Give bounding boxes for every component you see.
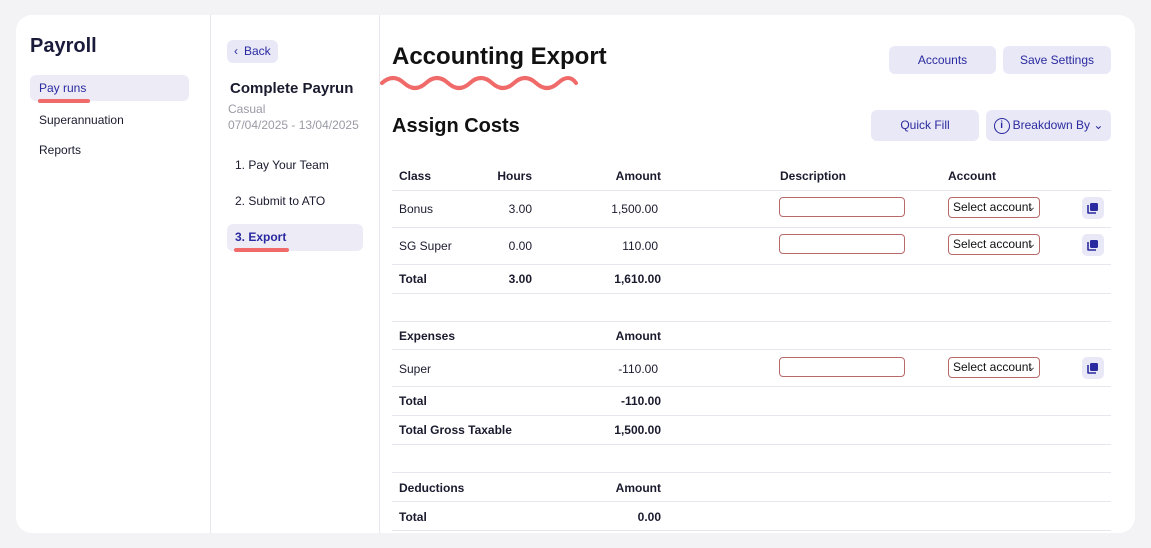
app-window: Payroll Pay runs Superannuation Reports … <box>16 15 1135 533</box>
row-hours: 3.00 <box>508 202 532 216</box>
total-label: Total <box>399 394 427 408</box>
total-label: Total <box>399 510 427 524</box>
step-label: 1. Pay Your Team <box>235 158 329 172</box>
copy-icon <box>1087 363 1098 374</box>
highlight-underline <box>234 248 289 252</box>
row-class: SG Super <box>399 239 452 253</box>
sidebar-item-label: Superannuation <box>39 113 124 127</box>
copy-button[interactable] <box>1082 234 1104 256</box>
main-content: Accounting Export Accounts Save Settings… <box>380 15 1135 533</box>
account-select-value: Select account <box>953 200 1032 214</box>
deductions-header-row: Deductions Amount <box>392 473 1111 502</box>
deductions-total-row: Total 0.00 <box>392 502 1111 531</box>
page-title: Accounting Export <box>392 43 607 70</box>
col-expenses: Expenses <box>399 329 456 343</box>
costs-total-row: Total 3.00 1,610.00 <box>392 265 1111 294</box>
payrun-steps-panel: ‹ Back Complete Payrun Casual 07/04/2025 … <box>211 15 380 533</box>
total-amount: 0.00 <box>637 510 661 524</box>
sidebar-item-superannuation[interactable]: Superannuation <box>30 107 189 133</box>
table-divider <box>392 294 1111 322</box>
copy-icon <box>1087 203 1098 214</box>
app-title: Payroll <box>30 35 97 57</box>
row-amount: 1,500.00 <box>611 202 658 216</box>
gross-taxable-row: Total Gross Taxable 1,500.00 <box>392 416 1111 445</box>
total-label: Total <box>399 272 427 286</box>
step-export[interactable]: 3. Export <box>227 224 363 251</box>
col-account: Account <box>948 169 996 183</box>
sidebar-item-label: Reports <box>39 143 82 157</box>
gross-label: Total Gross Taxable <box>399 423 512 437</box>
account-select-value: Select account <box>953 237 1032 251</box>
breakdown-by-button[interactable]: i Breakdown By ⌄ <box>986 110 1111 141</box>
quick-fill-label: Quick Fill <box>900 118 950 132</box>
row-amount: -110.00 <box>618 362 658 376</box>
highlight-underline <box>38 99 90 103</box>
payrun-dates: 07/04/2025 - 13/04/2025 <box>228 118 359 132</box>
step-submit-to-ato[interactable]: 2. Submit to ATO <box>227 188 363 215</box>
step-pay-your-team[interactable]: 1. Pay Your Team <box>227 152 363 179</box>
payrun-type: Casual <box>228 102 266 116</box>
payrun-title: Complete Payrun <box>230 80 354 97</box>
step-label: 3. Export <box>235 230 287 244</box>
back-label: Back <box>244 44 271 58</box>
table-row: Bonus 3.00 1,500.00 Select account ⌄ <box>392 191 1111 228</box>
sidebar-item-label: Pay runs <box>39 81 87 95</box>
col-deductions: Deductions <box>399 481 465 495</box>
chevron-left-icon: ‹ <box>234 44 238 58</box>
table-divider <box>392 445 1111 473</box>
expenses-total-row: Total -110.00 <box>392 387 1111 416</box>
copy-icon <box>1087 240 1098 251</box>
costs-header-row: Class Hours Amount Description Account <box>392 163 1111 191</box>
total-amount: -110.00 <box>620 394 661 408</box>
col-class: Class <box>399 169 432 183</box>
save-settings-label: Save Settings <box>1019 53 1095 67</box>
chevron-down-icon: ⌄ <box>1027 362 1036 373</box>
col-hours: Hours <box>497 169 532 183</box>
col-description: Description <box>780 169 847 183</box>
total-amount: 1,610.00 <box>614 272 661 286</box>
accounts-button-label: Accounts <box>917 53 968 67</box>
sidebar: Payroll Pay runs Superannuation Reports <box>16 15 211 533</box>
description-input[interactable] <box>779 197 905 217</box>
col-amount: Amount <box>615 169 661 183</box>
col-amount: Amount <box>615 481 661 495</box>
info-icon: i <box>993 117 1010 134</box>
gross-amount: 1,500.00 <box>614 423 661 437</box>
total-hours: 3.00 <box>508 272 532 286</box>
breakdown-label: Breakdown By <box>1012 118 1090 132</box>
row-class: Super <box>399 362 432 376</box>
description-input[interactable] <box>779 357 905 377</box>
account-select[interactable]: Select account ⌄ <box>948 357 1040 378</box>
table-row: SG Super 0.00 110.00 Select account ⌄ <box>392 228 1111 265</box>
account-select-value: Select account <box>953 360 1032 374</box>
step-label: 2. Submit to ATO <box>235 194 326 208</box>
row-class: Bonus <box>399 202 434 216</box>
chevron-down-icon: ⌄ <box>1027 202 1036 213</box>
quick-fill-button[interactable]: Quick Fill <box>871 110 979 141</box>
section-title: Assign Costs <box>392 115 520 137</box>
highlight-squiggle <box>380 76 578 90</box>
copy-button[interactable] <box>1082 197 1104 219</box>
account-select[interactable]: Select account ⌄ <box>948 197 1040 218</box>
expenses-header-row: Expenses Amount <box>392 322 1111 350</box>
chevron-down-icon: ⌄ <box>1093 118 1104 132</box>
table-row: Super -110.00 Select account ⌄ <box>392 350 1111 387</box>
col-amount: Amount <box>615 329 661 343</box>
copy-button[interactable] <box>1082 357 1104 379</box>
back-button[interactable]: ‹ Back <box>227 40 278 63</box>
description-input[interactable] <box>779 234 905 254</box>
save-settings-button[interactable]: Save Settings <box>1003 46 1111 74</box>
row-amount: 110.00 <box>622 239 658 253</box>
account-select[interactable]: Select account ⌄ <box>948 234 1040 255</box>
chevron-down-icon: ⌄ <box>1027 239 1036 250</box>
sidebar-item-reports[interactable]: Reports <box>30 137 189 163</box>
row-hours: 0.00 <box>508 239 532 253</box>
accounts-button[interactable]: Accounts <box>889 46 996 74</box>
sidebar-item-pay-runs[interactable]: Pay runs <box>30 75 189 101</box>
